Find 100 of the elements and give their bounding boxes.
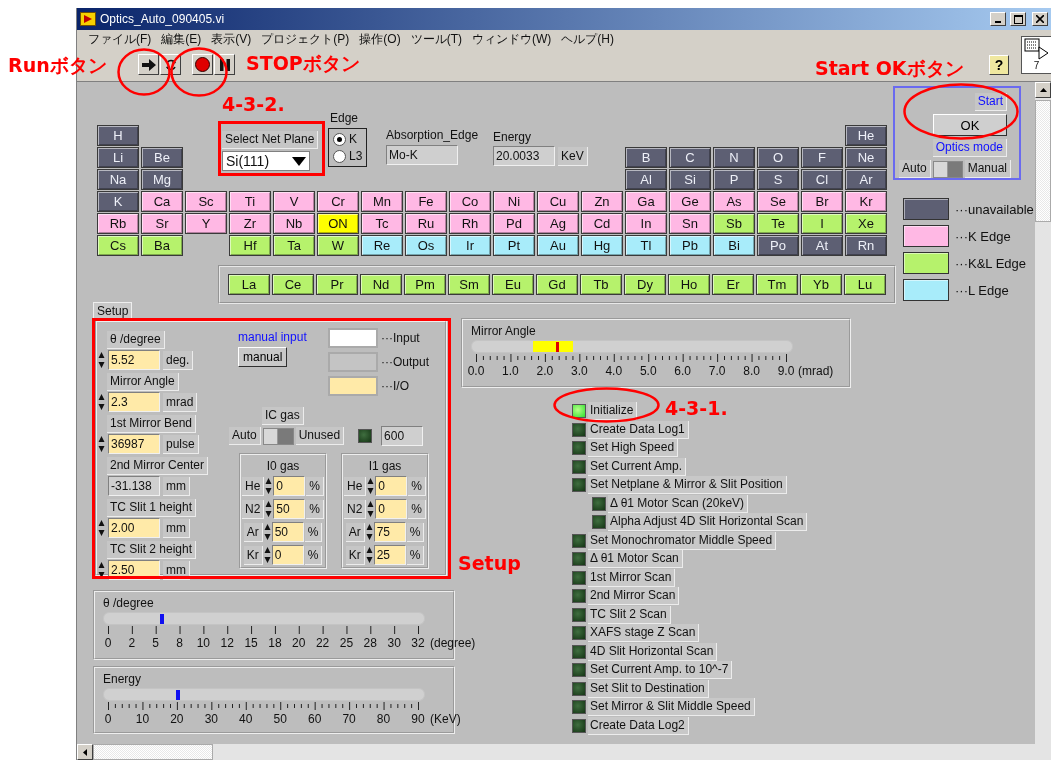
close-button[interactable] — [1032, 12, 1048, 26]
element-key[interactable]: Sc — [185, 191, 227, 212]
numeric-input[interactable]: 50 — [271, 522, 304, 542]
element-key[interactable]: Er — [712, 274, 754, 295]
element-key[interactable]: Pd — [493, 213, 535, 234]
element-key[interactable]: Cu — [537, 191, 579, 212]
menu-item[interactable]: 表示(V) — [206, 30, 257, 48]
element-key[interactable]: Ga — [625, 191, 667, 212]
run-button[interactable] — [138, 54, 159, 75]
element-key[interactable]: Nd — [360, 274, 402, 295]
spinner-arrows[interactable] — [98, 434, 105, 454]
slider-track[interactable] — [103, 612, 425, 625]
element-key[interactable]: Yb — [800, 274, 842, 295]
element-key[interactable]: Si — [669, 169, 711, 190]
slider-thumb[interactable] — [160, 614, 165, 624]
element-key[interactable]: Re — [361, 235, 403, 256]
element-key[interactable]: Tm — [756, 274, 798, 295]
element-key[interactable]: Zr — [229, 213, 271, 234]
element-key[interactable]: He — [845, 125, 887, 146]
element-key[interactable]: Mn — [361, 191, 403, 212]
help-button[interactable]: ? — [989, 54, 1009, 75]
element-key[interactable]: Se — [757, 191, 799, 212]
slider-thumb[interactable] — [175, 690, 180, 700]
net-plane-dropdown[interactable]: Si(111) — [222, 151, 310, 171]
mode-switch[interactable] — [932, 160, 963, 178]
spinner-arrows[interactable] — [265, 476, 273, 496]
menu-item[interactable]: ウィンドウ(W) — [467, 30, 557, 48]
element-key[interactable]: Sn — [669, 213, 711, 234]
element-key[interactable]: Zn — [581, 191, 623, 212]
menu-item[interactable]: 編集(E) — [156, 30, 207, 48]
element-key[interactable]: Ho — [668, 274, 710, 295]
element-key[interactable]: Rn — [845, 235, 887, 256]
radio-button[interactable] — [333, 149, 346, 163]
element-key[interactable]: In — [625, 213, 667, 234]
numeric-input[interactable]: 75 — [373, 522, 406, 542]
spinner-arrows[interactable] — [365, 545, 373, 565]
element-key[interactable]: Mg — [141, 169, 183, 190]
element-key[interactable]: Ir — [449, 235, 491, 256]
element-key[interactable]: V — [273, 191, 315, 212]
spinner-arrows[interactable] — [367, 476, 375, 496]
element-key[interactable]: Tc — [361, 213, 403, 234]
element-key[interactable]: Y — [185, 213, 227, 234]
manual-button[interactable]: manual — [238, 347, 288, 367]
element-key[interactable]: Hf — [229, 235, 271, 256]
slider-track[interactable] — [103, 688, 425, 701]
element-key[interactable]: Sm — [448, 274, 490, 295]
element-key[interactable]: Be — [141, 147, 183, 168]
element-key[interactable]: Li — [97, 147, 139, 168]
element-key[interactable]: Bi — [713, 235, 755, 256]
gas-switch[interactable] — [262, 427, 294, 445]
element-key[interactable]: Ag — [537, 213, 579, 234]
scroll-thumb[interactable] — [93, 744, 213, 760]
element-key[interactable]: Tl — [625, 235, 667, 256]
spinner-arrows[interactable] — [367, 499, 375, 519]
element-key[interactable]: As — [713, 191, 755, 212]
element-key[interactable]: Dy — [624, 274, 666, 295]
maximize-button[interactable] — [1010, 12, 1026, 26]
element-key[interactable]: Ti — [229, 191, 271, 212]
element-key[interactable]: Hg — [581, 235, 623, 256]
spinner-arrows[interactable] — [98, 350, 105, 370]
element-key[interactable]: K — [97, 191, 139, 212]
element-key[interactable]: H — [97, 125, 139, 146]
numeric-input[interactable]: 0 — [375, 476, 408, 496]
ok-button[interactable]: OK — [933, 114, 1007, 136]
element-key[interactable]: N — [713, 147, 755, 168]
abort-button[interactable] — [192, 54, 213, 75]
element-key[interactable]: Au — [537, 235, 579, 256]
element-key[interactable]: Al — [625, 169, 667, 190]
element-key[interactable]: P — [713, 169, 755, 190]
numeric-input[interactable]: 0 — [271, 545, 304, 565]
element-key[interactable]: Cs — [97, 235, 139, 256]
element-key[interactable]: Lu — [844, 274, 886, 295]
element-key[interactable]: Cl — [801, 169, 843, 190]
minimize-button[interactable] — [990, 12, 1006, 26]
element-key[interactable]: Ta — [273, 235, 315, 256]
element-key[interactable]: Te — [757, 213, 799, 234]
element-key[interactable]: Ru — [405, 213, 447, 234]
element-key[interactable]: Ne — [845, 147, 887, 168]
menu-item[interactable]: ファイル(F) — [83, 30, 157, 48]
scroll-left-button[interactable] — [77, 744, 93, 760]
spinner-arrows[interactable] — [263, 522, 271, 542]
numeric-input[interactable]: 25 — [373, 545, 406, 565]
element-key[interactable]: Rb — [97, 213, 139, 234]
element-key[interactable]: Co — [449, 191, 491, 212]
element-key[interactable]: ON — [317, 213, 359, 234]
connector-pane[interactable]: 7 — [1021, 36, 1051, 74]
element-key[interactable]: C — [669, 147, 711, 168]
element-key[interactable]: Eu — [492, 274, 534, 295]
element-key[interactable]: F — [801, 147, 843, 168]
element-key[interactable]: Ce — [272, 274, 314, 295]
element-key[interactable]: Gd — [536, 274, 578, 295]
element-key[interactable]: Xe — [845, 213, 887, 234]
spinner-arrows[interactable] — [263, 545, 271, 565]
element-key[interactable]: Na — [97, 169, 139, 190]
element-key[interactable]: Sr — [141, 213, 183, 234]
element-key[interactable]: Pb — [669, 235, 711, 256]
element-key[interactable]: Pm — [404, 274, 446, 295]
element-key[interactable]: Cr — [317, 191, 359, 212]
element-key[interactable]: Kr — [845, 191, 887, 212]
element-key[interactable]: Rh — [449, 213, 491, 234]
